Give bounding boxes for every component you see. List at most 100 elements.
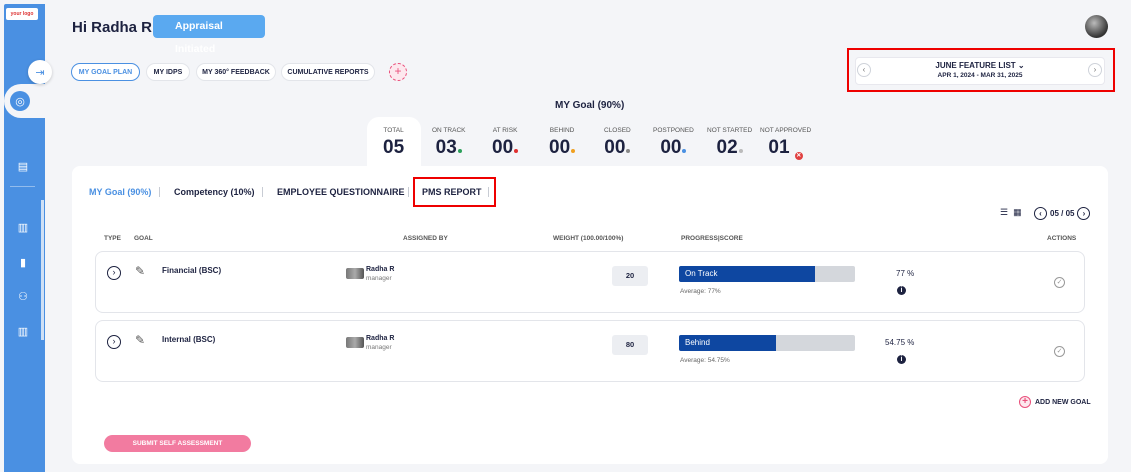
close-icon: ✕ [794,152,803,160]
subtab-divider [159,187,160,197]
stat-label: ON TRACK [432,127,466,134]
subtab-divider [262,187,263,197]
col-assigned-by: ASSIGNED BY [403,235,448,242]
assignee-name: Radha R [366,335,395,342]
stat-value: 02 [707,137,752,159]
submit-self-assessment-button[interactable]: SUBMIT SELF ASSESSMENT [104,435,251,452]
user-avatar[interactable] [1085,15,1108,38]
chevron-down-icon: ⌄ [1017,61,1025,70]
stat-behind[interactable]: BEHIND 00 [549,127,576,159]
tab-cumulative-reports[interactable]: CUMULATIVE REPORTS [281,63,375,81]
col-type: TYPE [104,235,121,242]
table-row[interactable] [95,251,1085,313]
check-icon[interactable]: ✓ [1054,277,1065,288]
plus-icon: + [1019,396,1031,408]
prev-page-icon[interactable]: ‹ [1034,207,1047,220]
subtab-competency[interactable]: Competency (10%) [174,187,255,197]
pager-text: 05 / 05 [1050,209,1075,218]
users-icon[interactable]: ⚇ [16,290,30,304]
status-badge: Appraisal Initiated [153,15,265,55]
stat-postponed[interactable]: POSTPONED 00 [653,127,694,159]
check-icon[interactable]: ✓ [1054,346,1065,357]
sidebar-divider [10,186,35,187]
col-progress: PROGRESS|SCORE [681,235,743,242]
add-tab-button[interactable]: + [389,63,407,81]
col-actions: ACTIONS [1047,235,1077,242]
sidebar-scrollbar[interactable] [41,200,44,340]
stat-on-track[interactable]: ON TRACK 03 [432,127,465,159]
stat-value: 03 [432,137,465,159]
feature-list-title[interactable]: JUNE FEATURE LIST ⌄ [855,61,1105,70]
col-goal: GOAL [134,235,153,242]
status-dot [514,149,519,153]
stat-not-approved[interactable]: NOT APPROVED 01 ✕ [760,127,811,160]
subtab-divider [408,187,409,197]
stat-label: BEHIND [549,127,575,134]
next-page-icon[interactable]: › [1077,207,1091,220]
info-icon[interactable]: i [897,286,906,295]
progress-status: Behind [685,338,710,347]
score-value: 54.75 % [885,338,915,347]
score-value: 77 % [896,269,915,278]
stat-value: 00 [604,137,631,159]
target-icon: ◎ [10,91,30,111]
report-icon[interactable]: ▥ [16,325,30,339]
stat-value: 01 ✕ [768,137,803,160]
stat-not-started[interactable]: NOT STARTED 02 [707,127,752,159]
sidebar-toggle-icon[interactable]: ⇥ [28,60,52,84]
stat-value: 00 [549,137,576,159]
average-text: Average: 77% [680,288,721,295]
add-new-goal-button[interactable]: + ADD NEW GOAL [1019,396,1091,408]
progress-bar: Behind [679,335,855,351]
stat-label: CLOSED [604,127,631,134]
pager: ‹ 05 / 05 › [1034,207,1091,220]
tab-my-goal-plan[interactable]: MY GOAL PLAN [71,63,140,81]
goals-panel [72,166,1108,464]
assignee-role: manager [366,344,392,351]
company-logo: your logo [6,8,38,20]
add-goal-label: ADD NEW GOAL [1035,398,1091,406]
goal-name[interactable]: Internal (BSC) [162,335,215,344]
expand-icon[interactable]: › [107,335,121,349]
document-icon[interactable]: ▤ [16,160,30,174]
col-weight: WEIGHT (100.00/100%) [553,235,624,242]
weight-value: 80 [612,335,648,355]
book-icon[interactable]: ▮ [16,256,30,270]
stat-label: NOT STARTED [707,127,753,134]
greeting: Hi Radha R [72,19,153,36]
goal-summary-heading: MY Goal (90%) [555,100,625,111]
goal-document-icon: ✎ [135,264,146,278]
stat-label: NOT APPROVED [760,127,812,134]
tab-360-feedback[interactable]: MY 360° FEEDBACK [196,63,276,81]
feature-list-date: APR 1, 2024 - MAR 31, 2025 [937,72,1023,79]
chart-icon[interactable]: ▥ [16,221,30,235]
progress-bar: On Track [679,266,855,282]
stat-value: 00 [492,137,519,159]
prev-arrow-icon[interactable]: ‹ [857,63,871,77]
expand-icon[interactable]: › [107,266,121,280]
goal-document-icon: ✎ [135,333,146,347]
pms-report-highlight [413,177,496,207]
stat-label: AT RISK [492,127,518,134]
view-toggle[interactable]: ☰ ▦ [1000,207,1022,218]
stat-total[interactable]: TOTAL 05 [383,127,404,159]
goal-name[interactable]: Financial (BSC) [162,266,221,275]
status-dot [738,149,743,153]
stat-closed[interactable]: CLOSED 00 [604,127,631,159]
assignee-avatar [346,337,364,348]
info-icon[interactable]: i [897,355,906,364]
subtab-my-goal[interactable]: MY Goal (90%) [89,187,151,197]
subtab-employee-questionnaire[interactable]: EMPLOYEE QUESTIONNAIRE [277,187,405,197]
next-arrow-icon[interactable]: › [1088,63,1102,77]
weight-value: 20 [612,266,648,286]
assignee-role: manager [366,275,392,282]
table-row[interactable] [95,320,1085,382]
tab-my-idps[interactable]: MY IDPS [146,63,190,81]
list-view-icon[interactable]: ☰ [1000,207,1008,217]
progress-status: On Track [685,269,718,278]
assignee-avatar [346,268,364,279]
grid-view-icon[interactable]: ▦ [1013,207,1022,217]
stat-at-risk[interactable]: AT RISK 00 [492,127,519,159]
average-text: Average: 54.75% [680,357,730,364]
assignee-name: Radha R [366,266,395,273]
